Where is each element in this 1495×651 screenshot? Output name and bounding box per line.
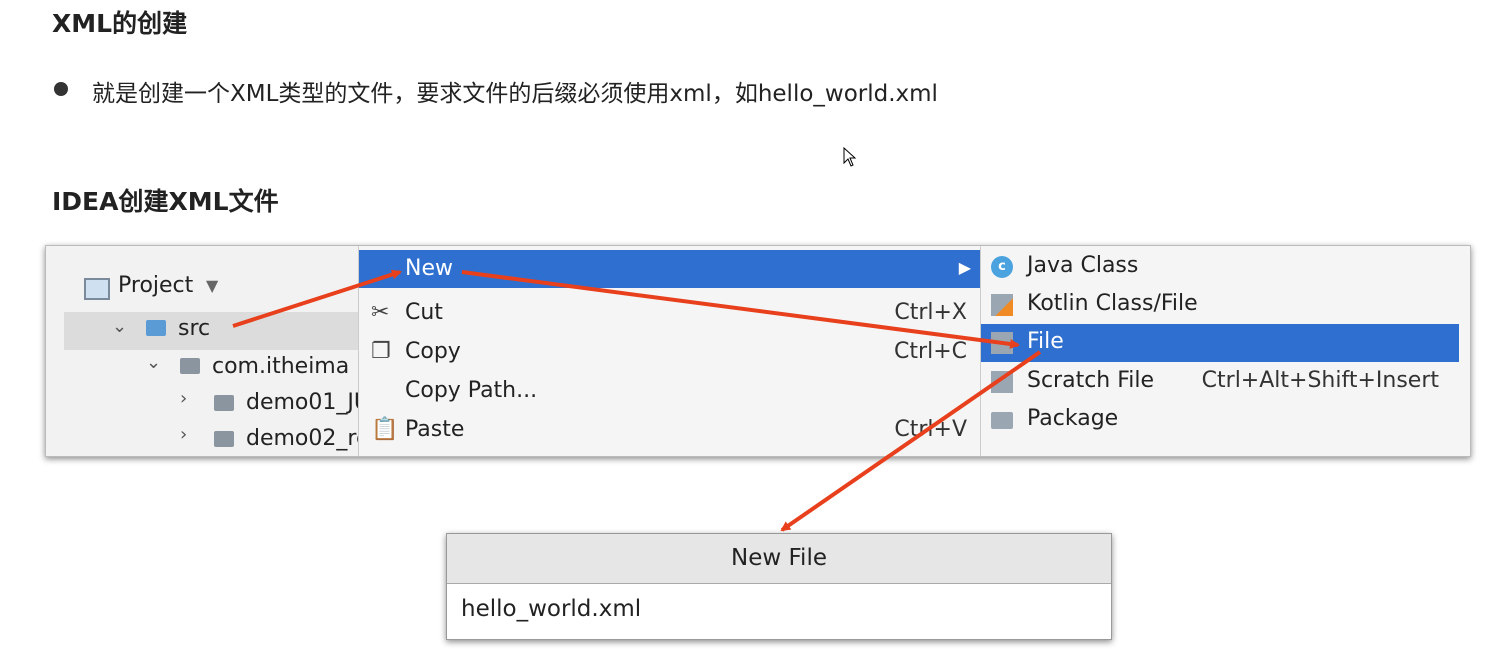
arrow-src-to-new bbox=[232, 269, 402, 328]
arrow-file-to-dialog bbox=[780, 350, 1042, 532]
arrow-new-to-file bbox=[461, 270, 1020, 349]
annotation-arrows bbox=[232, 269, 1042, 532]
